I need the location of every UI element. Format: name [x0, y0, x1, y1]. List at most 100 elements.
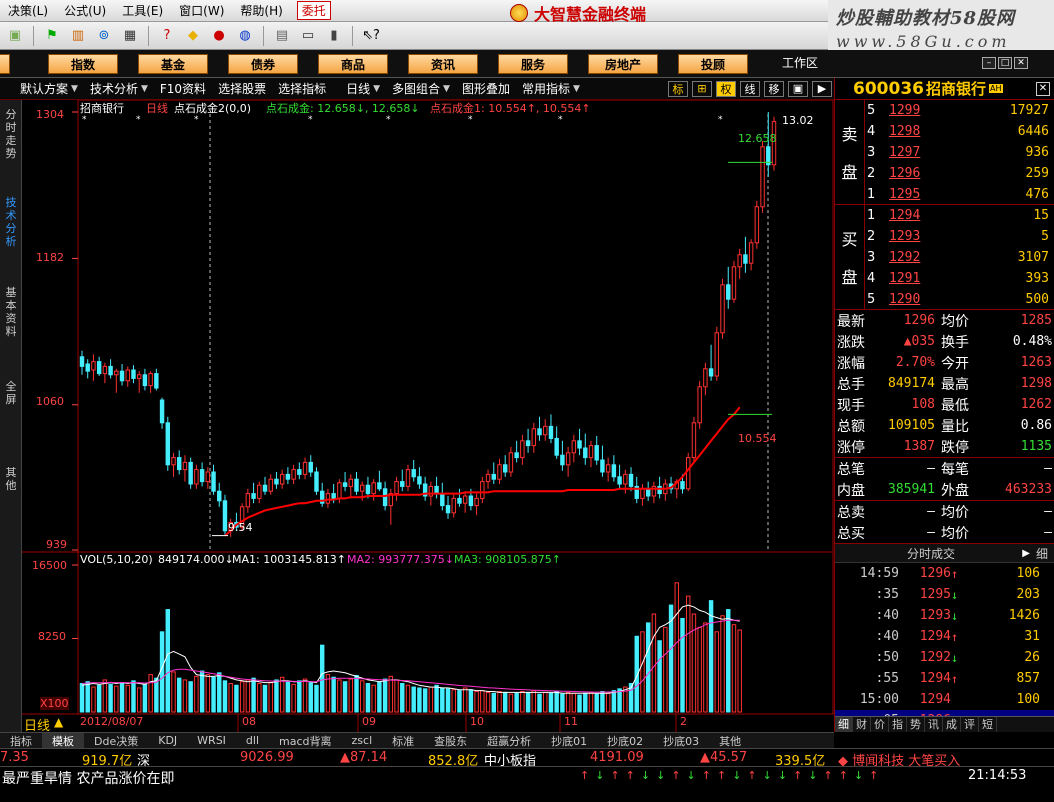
- switch-grid-button[interactable]: ⊞: [692, 80, 712, 97]
- quote-tab[interactable]: 成: [943, 717, 961, 732]
- switch-rights-button[interactable]: 权: [716, 80, 736, 97]
- quote-tab[interactable]: 财: [853, 717, 871, 732]
- common-indicator-dropdown[interactable]: 常用指标 ▼: [516, 80, 586, 97]
- category-real-estate[interactable]: 房地产: [588, 54, 658, 74]
- category-service[interactable]: 服务: [498, 54, 568, 74]
- book-price[interactable]: 1296: [889, 166, 939, 181]
- indicator-tab[interactable]: 超赢分析: [477, 733, 541, 749]
- book-row[interactable]: 2 1293 5: [867, 226, 1053, 247]
- tick-row[interactable]: 15:00 1294 100: [835, 689, 1054, 710]
- box-icon[interactable]: ▣: [4, 26, 26, 46]
- switch-line-button[interactable]: 线: [740, 80, 760, 97]
- help-icon[interactable]: ?: [156, 26, 178, 46]
- book-row[interactable]: 3 1292 3107: [867, 247, 1053, 268]
- news-icon[interactable]: ▤: [271, 26, 293, 46]
- menu-item-window[interactable]: 窗口(W): [171, 2, 232, 19]
- switch-mark-button[interactable]: 标: [668, 80, 688, 97]
- indicator-tab[interactable]: 抄底01: [541, 733, 597, 749]
- indicator-tab[interactable]: 其他: [709, 733, 751, 749]
- book-price[interactable]: 1293: [889, 229, 939, 244]
- quote-tab[interactable]: 势: [907, 717, 925, 732]
- book-price[interactable]: 1294: [889, 208, 939, 223]
- menu-item-formula[interactable]: 公式(U): [56, 2, 114, 19]
- book-row[interactable]: 5 1290 500: [867, 289, 1053, 310]
- tick-row[interactable]: 14:59 1296 ↑ 106: [835, 563, 1054, 584]
- side-tab-technical[interactable]: 技术分析: [2, 196, 20, 248]
- next-chart-icon[interactable]: ▶: [812, 80, 832, 97]
- maximize-chart-icon[interactable]: ▣: [788, 80, 808, 97]
- quote-tab[interactable]: 细: [835, 717, 853, 732]
- globe-icon[interactable]: ◍: [234, 26, 256, 46]
- indicator-tab[interactable]: 抄底02: [597, 733, 653, 749]
- indicator-tab[interactable]: WRSI: [187, 734, 236, 747]
- close-icon[interactable]: ✕: [1014, 57, 1028, 69]
- indicator-tab[interactable]: 指标: [0, 733, 42, 749]
- category-bond[interactable]: 债券: [228, 54, 298, 74]
- tick-row[interactable]: :40 1293 ↓ 1426: [835, 605, 1054, 626]
- book-price[interactable]: 1299: [889, 103, 939, 118]
- category-stock[interactable]: 股: [0, 54, 10, 74]
- indicator-tab[interactable]: 标准: [382, 733, 424, 749]
- menu-item-tools[interactable]: 工具(E): [114, 2, 171, 19]
- close-quote-icon[interactable]: ✕: [1036, 81, 1050, 96]
- side-tab-other[interactable]: 其他: [2, 466, 20, 492]
- switch-move-button[interactable]: 移: [764, 80, 784, 97]
- book-row[interactable]: 4 1291 393: [867, 268, 1053, 289]
- calc-icon[interactable]: ▦: [119, 26, 141, 46]
- book-row[interactable]: 3 1297 936: [867, 142, 1053, 163]
- trust-button[interactable]: 委托: [296, 1, 331, 20]
- indicator-tab[interactable]: 抄底03: [653, 733, 709, 749]
- stock-code[interactable]: 600036: [853, 79, 924, 99]
- ticks-title[interactable]: 分时成交: [907, 545, 955, 562]
- side-tab-fundamental[interactable]: 基本资料: [2, 286, 20, 338]
- select-indicator-button[interactable]: 选择指标: [272, 80, 332, 97]
- tick-row[interactable]: :40 1294 ↑ 31: [835, 626, 1054, 647]
- book-row[interactable]: 5 1299 17927: [867, 100, 1053, 121]
- book-row[interactable]: 1 1294 15: [867, 205, 1053, 226]
- book-price[interactable]: 1298: [889, 124, 939, 139]
- restore-icon[interactable]: □: [998, 57, 1012, 69]
- indicator-tab[interactable]: KDJ: [148, 734, 187, 747]
- flag-icon[interactable]: ⚑: [41, 26, 63, 46]
- books-icon[interactable]: ▮: [323, 26, 345, 46]
- side-tab-intraday[interactable]: 分时走势: [2, 108, 20, 160]
- chart-icon[interactable]: ▥: [67, 26, 89, 46]
- indicator-tab[interactable]: macd背离: [269, 733, 342, 749]
- tick-row[interactable]: :50 1292 ↓ 26: [835, 647, 1054, 668]
- ticks-detail-button[interactable]: 细: [1036, 545, 1048, 562]
- pointer-help-icon[interactable]: ⇖?: [360, 26, 382, 46]
- select-stock-button[interactable]: 选择股票: [212, 80, 272, 97]
- indicator-tab[interactable]: 模板: [42, 732, 84, 749]
- news-headline[interactable]: 最严重旱情 农产品涨价在即: [2, 768, 174, 788]
- indicator-tab[interactable]: zscl: [342, 734, 383, 747]
- window-icon[interactable]: ▭: [297, 26, 319, 46]
- quote-tab[interactable]: 短: [979, 717, 997, 732]
- chart-area[interactable]: * * * * * * * * 招商银行 日线 点石成金2(0,0) 点石成金: 12.658…: [22, 100, 834, 734]
- indicator-tab[interactable]: dll: [236, 734, 269, 747]
- category-fund[interactable]: 基金: [138, 54, 208, 74]
- menu-item-help[interactable]: 帮助(H): [232, 2, 290, 19]
- scheme-dropdown[interactable]: 默认方案 ▼: [0, 80, 84, 97]
- category-advisor[interactable]: 投顾: [678, 54, 748, 74]
- indicator-tab[interactable]: Dde决策: [84, 733, 148, 749]
- book-price[interactable]: 1292: [889, 250, 939, 265]
- quote-tab[interactable]: 价: [871, 717, 889, 732]
- tick-row[interactable]: :35 1295 ↓ 203: [835, 584, 1054, 605]
- overlay-dropdown[interactable]: 图形叠加: [456, 80, 516, 97]
- book-row[interactable]: 4 1298 6446: [867, 121, 1053, 142]
- quote-tab[interactable]: 讯: [925, 717, 943, 732]
- f10-button[interactable]: F10资料: [154, 80, 212, 97]
- quote-tab[interactable]: 指: [889, 717, 907, 732]
- quote-tab[interactable]: 评: [961, 717, 979, 732]
- book-row[interactable]: 2 1296 259: [867, 163, 1053, 184]
- book-row[interactable]: 1 1295 476: [867, 184, 1053, 205]
- coins-icon[interactable]: ●: [208, 26, 230, 46]
- ticks-expand-icon[interactable]: ▶: [1022, 548, 1030, 559]
- category-index[interactable]: 指数: [48, 54, 118, 74]
- minimize-icon[interactable]: –: [982, 57, 996, 69]
- candlestick-chart[interactable]: * * * * * * * *: [22, 100, 834, 732]
- book-price[interactable]: 1290: [889, 292, 939, 307]
- period-dropdown[interactable]: 日线 ▼: [332, 80, 386, 97]
- category-news[interactable]: 资讯: [408, 54, 478, 74]
- side-tab-fullscreen[interactable]: 全屏: [2, 380, 20, 406]
